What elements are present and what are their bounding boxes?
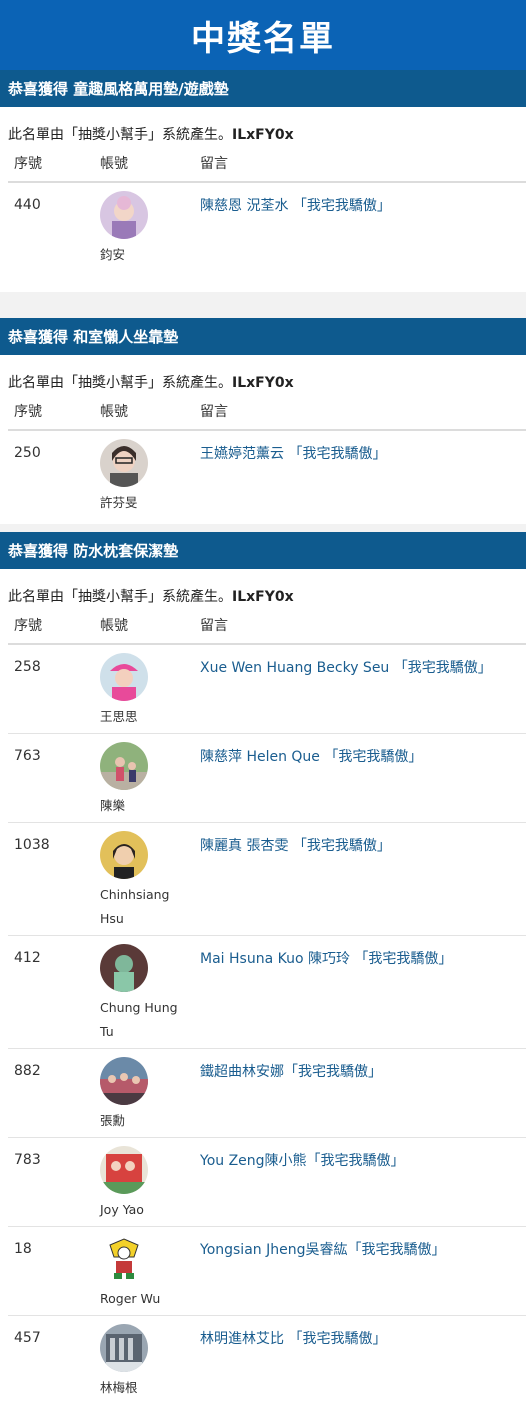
row-number: 258	[14, 659, 41, 675]
col-num-header: 序號	[14, 156, 42, 172]
table-row: 457 林梅根 林明進林艾比 「我宅我驕傲」	[8, 1316, 526, 1396]
avatar[interactable]	[100, 944, 148, 992]
col-message-header: 留言	[200, 156, 228, 172]
generator-note: 此名單由「抽獎小幫手」系統產生。ILxFY0x	[8, 127, 294, 143]
table-row: 258 王思思 Xue Wen Huang Becky Seu 「我宅我驕傲」	[8, 645, 526, 734]
comment-link[interactable]: 陳慈恩 況荃水 「我宅我驕傲」	[200, 195, 391, 215]
table-header: 序號 帳號 留言	[8, 147, 526, 183]
prize-section-2: 恭喜獲得 和室懶人坐靠墊 此名單由「抽獎小幫手」系統產生。ILxFY0x 序號 …	[0, 318, 526, 524]
avatar[interactable]	[100, 439, 148, 487]
col-account-header: 帳號	[100, 156, 128, 172]
avatar[interactable]	[100, 742, 148, 790]
comment-link[interactable]: 陳麗真 張杏雯 「我宅我驕傲」	[200, 835, 391, 855]
col-num-header: 序號	[14, 618, 42, 634]
account-name[interactable]: 張勳	[100, 1109, 190, 1133]
account-name[interactable]: 鈞安	[100, 243, 190, 267]
col-message-header: 留言	[200, 404, 228, 420]
col-account-header: 帳號	[100, 618, 128, 634]
row-number: 783	[14, 1152, 41, 1168]
comment-link[interactable]: 陳慈萍 Helen Que 「我宅我驕傲」	[200, 746, 422, 766]
table-header: 序號 帳號 留言	[8, 395, 526, 431]
avatar[interactable]	[100, 1324, 148, 1372]
account-name[interactable]: 林梅根	[100, 1376, 190, 1400]
avatar[interactable]	[100, 1146, 148, 1194]
section-divider	[0, 292, 526, 318]
table-row: 412 Chung Hung Tu Mai Hsuna Kuo 陳巧玲 「我宅我…	[8, 936, 526, 1049]
row-number: 412	[14, 950, 41, 966]
section-title: 恭喜獲得 防水枕套保潔墊	[0, 532, 526, 569]
table-row: 882 張勳 鐵超曲林安娜「我宅我驕傲」	[8, 1049, 526, 1138]
comment-link[interactable]: 王嬿婷范薰云 「我宅我驕傲」	[200, 443, 386, 463]
account-name[interactable]: 許芬旻	[100, 491, 190, 515]
col-account-header: 帳號	[100, 404, 128, 420]
row-number: 1038	[14, 837, 50, 853]
comment-link[interactable]: Yongsian Jheng吳睿紘「我宅我驕傲」	[200, 1239, 445, 1259]
section-divider	[0, 524, 526, 532]
account-name[interactable]: 陳樂	[100, 794, 190, 818]
comment-link[interactable]: You Zeng陳小熊「我宅我驕傲」	[200, 1150, 405, 1170]
row-number: 882	[14, 1063, 41, 1079]
account-name[interactable]: Chinhsiang Hsu	[100, 883, 190, 931]
comment-link[interactable]: 林明進林艾比 「我宅我驕傲」	[200, 1328, 386, 1348]
avatar[interactable]	[100, 1057, 148, 1105]
page-title: 中獎名單	[0, 0, 526, 70]
table-row: 250 許芬旻 王嬿婷范薰云 「我宅我驕傲」	[8, 431, 526, 519]
prize-section-3: 恭喜獲得 防水枕套保潔墊 此名單由「抽獎小幫手」系統產生。ILxFY0x 序號 …	[0, 532, 526, 1416]
account-name[interactable]: 王思思	[100, 705, 190, 729]
table-header: 序號 帳號 留言	[8, 609, 526, 645]
avatar[interactable]	[100, 1235, 148, 1283]
row-number: 763	[14, 748, 41, 764]
section-title: 恭喜獲得 和室懶人坐靠墊	[0, 318, 526, 355]
row-number: 457	[14, 1330, 41, 1346]
account-name[interactable]: Roger Wu	[100, 1287, 190, 1311]
row-number: 250	[14, 445, 41, 461]
generator-note: 此名單由「抽獎小幫手」系統產生。ILxFY0x	[8, 375, 294, 391]
generator-note: 此名單由「抽獎小幫手」系統產生。ILxFY0x	[8, 589, 294, 605]
section-title: 恭喜獲得 童趣風格萬用墊/遊戲墊	[0, 70, 526, 107]
col-message-header: 留言	[200, 618, 228, 634]
row-number: 440	[14, 197, 41, 213]
prize-section-1: 恭喜獲得 童趣風格萬用墊/遊戲墊 此名單由「抽獎小幫手」系統產生。ILxFY0x…	[0, 70, 526, 292]
comment-link[interactable]: 鐵超曲林安娜「我宅我驕傲」	[200, 1061, 382, 1081]
table-row: 1038 Chinhsiang Hsu 陳麗真 張杏雯 「我宅我驕傲」	[8, 823, 526, 936]
table-row: 783 Joy Yao You Zeng陳小熊「我宅我驕傲」	[8, 1138, 526, 1227]
table-row: 763 陳樂 陳慈萍 Helen Que 「我宅我驕傲」	[8, 734, 526, 823]
comment-link[interactable]: Mai Hsuna Kuo 陳巧玲 「我宅我驕傲」	[200, 948, 452, 968]
table-row: 440 鈞安 陳慈恩 況荃水 「我宅我驕傲」	[8, 183, 526, 273]
account-name[interactable]: Joy Yao	[100, 1198, 190, 1222]
avatar[interactable]	[100, 653, 148, 701]
avatar[interactable]	[100, 831, 148, 879]
avatar[interactable]	[100, 191, 148, 239]
row-number: 18	[14, 1241, 32, 1257]
col-num-header: 序號	[14, 404, 42, 420]
table-row: 18 Roger Wu Yongsian Jheng吳睿紘「我宅我驕傲」	[8, 1227, 526, 1316]
comment-link[interactable]: Xue Wen Huang Becky Seu 「我宅我驕傲」	[200, 657, 492, 677]
account-name[interactable]: Chung Hung Tu	[100, 996, 190, 1044]
